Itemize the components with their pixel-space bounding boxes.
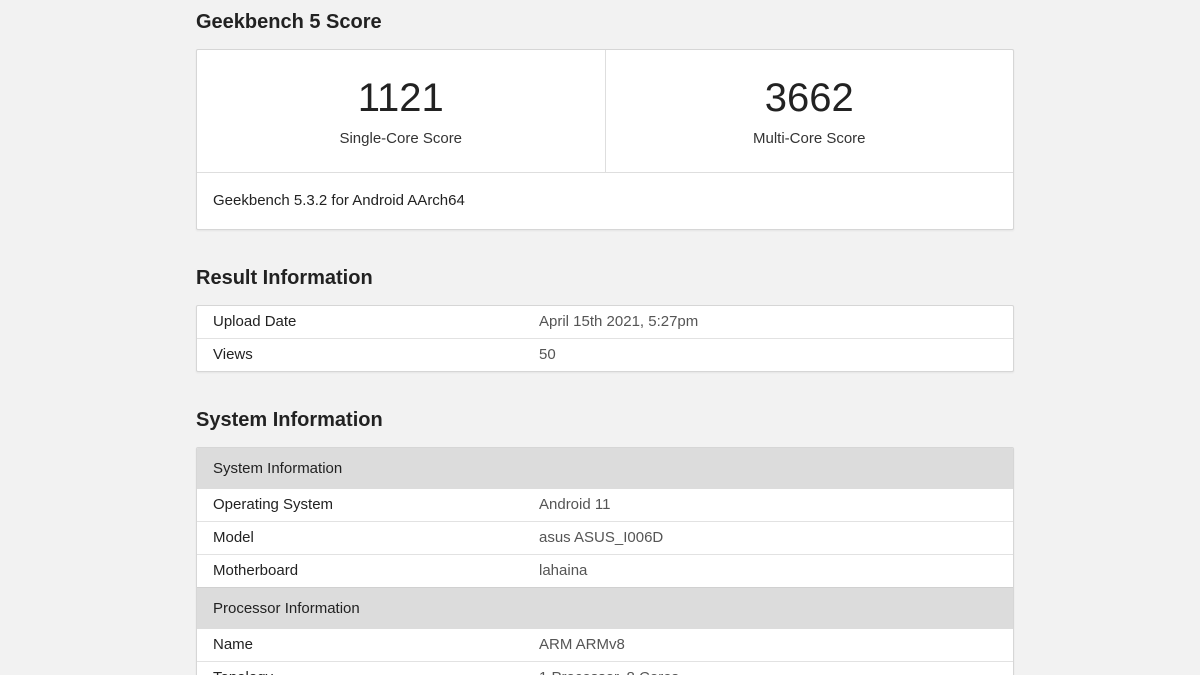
score-section-title: Geekbench 5 Score (196, 11, 382, 33)
result-section-title: Result Information (196, 267, 373, 289)
group-heading-system: System Information (197, 448, 1013, 489)
multi-core-score-label: Multi-Core Score (752, 130, 866, 147)
motherboard-key: Motherboard (213, 562, 299, 579)
system-info-table: System Information Operating System Andr… (196, 447, 1014, 675)
motherboard-value: lahaina (539, 562, 588, 579)
upload-date-key: Upload Date (213, 313, 297, 330)
model-key: Model (213, 529, 254, 546)
os-key: Operating System (213, 496, 334, 513)
page: Geekbench 5 Score 1121 Single-Core Score… (0, 0, 1200, 675)
benchmark-version: Geekbench 5.3.2 for Android AArch64 (213, 192, 465, 209)
topology-key: Topology (197, 662, 539, 675)
model-value: asus ASUS_I006D (539, 529, 664, 546)
score-row: 1121 Single-Core Score 3662 Multi-Core S… (197, 50, 1013, 173)
views-key: Views (213, 346, 253, 363)
score-card: 1121 Single-Core Score 3662 Multi-Core S… (196, 49, 1014, 230)
multi-core-cell: 3662 Multi-Core Score (604, 50, 1014, 172)
single-core-score-label: Single-Core Score (339, 130, 463, 147)
result-info-table: Upload Date April 15th 2021, 5:27pm View… (196, 305, 1014, 372)
table-row: Name ARM ARMv8 (197, 629, 1013, 661)
cpu-name-key: Name (213, 636, 254, 653)
cpu-name-value: ARM ARMv8 (539, 636, 625, 653)
topology-value: 1 Processor, 8 Cores (539, 662, 1013, 675)
single-core-cell: 1121 Single-Core Score (197, 50, 605, 172)
single-core-score-value: 1121 (357, 76, 444, 120)
upload-date-value: April 15th 2021, 5:27pm (539, 313, 699, 330)
group-heading-processor: Processor Information (197, 587, 1013, 629)
table-row: Views 50 (197, 338, 1013, 371)
multi-core-score-value: 3662 (764, 76, 854, 120)
table-row: Operating System Android 11 (197, 489, 1013, 521)
system-section-title: System Information (196, 409, 383, 431)
table-row: Topology 1 Processor, 8 Cores (197, 661, 1013, 675)
table-row: Upload Date April 15th 2021, 5:27pm (197, 306, 1013, 338)
views-value: 50 (539, 346, 556, 363)
table-row: Model asus ASUS_I006D (197, 521, 1013, 554)
table-row: Motherboard lahaina (197, 554, 1013, 587)
os-value: Android 11 (539, 496, 611, 513)
